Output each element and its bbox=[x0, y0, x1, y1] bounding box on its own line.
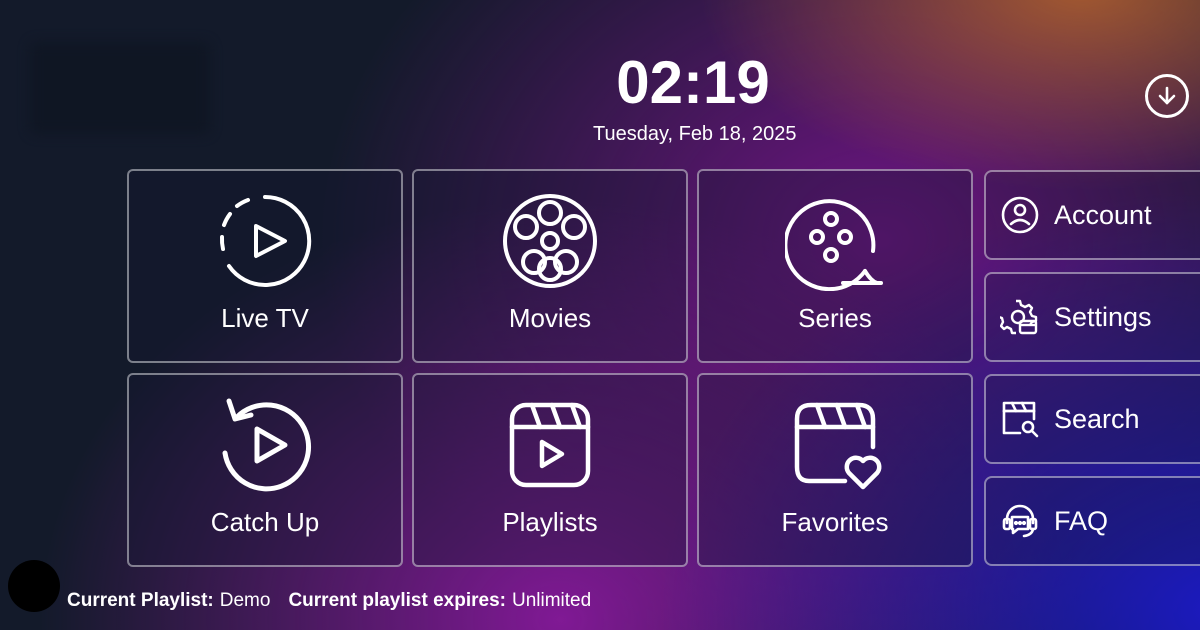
tile-label: Movies bbox=[508, 303, 592, 333]
side-account[interactable]: Account bbox=[984, 170, 1200, 260]
clapper-play-icon bbox=[500, 395, 600, 495]
clock: 02:19 Tuesday, Feb 18, 2025 bbox=[593, 49, 797, 148]
user-circle-icon bbox=[1000, 195, 1040, 235]
tile-label: Playlists bbox=[502, 507, 598, 537]
clock-date: Tuesday, Feb 18, 2025 bbox=[593, 123, 797, 145]
tile-favorites[interactable]: Favorites bbox=[697, 373, 973, 567]
tile-movies[interactable]: Movies bbox=[412, 169, 688, 363]
side-faq[interactable]: FAQ bbox=[984, 476, 1200, 566]
playlist-status: Current Playlist: Demo Current playlist ex… bbox=[67, 590, 609, 612]
tile-live-tv[interactable]: Live TV bbox=[127, 169, 403, 363]
live-play-icon bbox=[215, 191, 315, 291]
side-search[interactable]: Search bbox=[984, 374, 1200, 464]
tile-label: Favorites bbox=[781, 507, 889, 537]
logo-placeholder bbox=[30, 42, 210, 134]
playlist-value: Demo bbox=[219, 590, 271, 611]
side-settings[interactable]: Settings bbox=[984, 272, 1200, 362]
expires-value: Unlimited bbox=[511, 590, 592, 611]
film-reel-icon bbox=[500, 191, 600, 291]
tile-label: Series bbox=[798, 303, 872, 333]
tile-series[interactable]: Series bbox=[697, 169, 973, 363]
side-label: Account bbox=[1054, 199, 1152, 230]
download-button[interactable] bbox=[1145, 74, 1189, 118]
clapper-search-icon bbox=[1000, 399, 1040, 439]
avatar[interactable] bbox=[8, 560, 60, 612]
film-reel-tape-icon bbox=[785, 191, 885, 291]
support-headset-icon bbox=[1000, 501, 1040, 541]
playlist-key: Current Playlist: bbox=[67, 590, 214, 611]
expires-key: Current playlist expires: bbox=[288, 590, 506, 611]
side-label: FAQ bbox=[1054, 505, 1109, 536]
clock-time: 02:19 bbox=[616, 49, 770, 116]
tile-label: Live TV bbox=[221, 303, 309, 333]
side-label: Settings bbox=[1054, 301, 1152, 332]
tile-playlists[interactable]: Playlists bbox=[412, 373, 688, 567]
replay-icon bbox=[215, 395, 315, 495]
gear-icon bbox=[1000, 297, 1040, 337]
download-circle-icon bbox=[1158, 86, 1176, 105]
clapper-heart-icon bbox=[785, 395, 885, 495]
tile-label: Catch Up bbox=[210, 507, 320, 537]
tile-catch-up[interactable]: Catch Up bbox=[127, 373, 403, 567]
side-label: Search bbox=[1054, 403, 1140, 434]
